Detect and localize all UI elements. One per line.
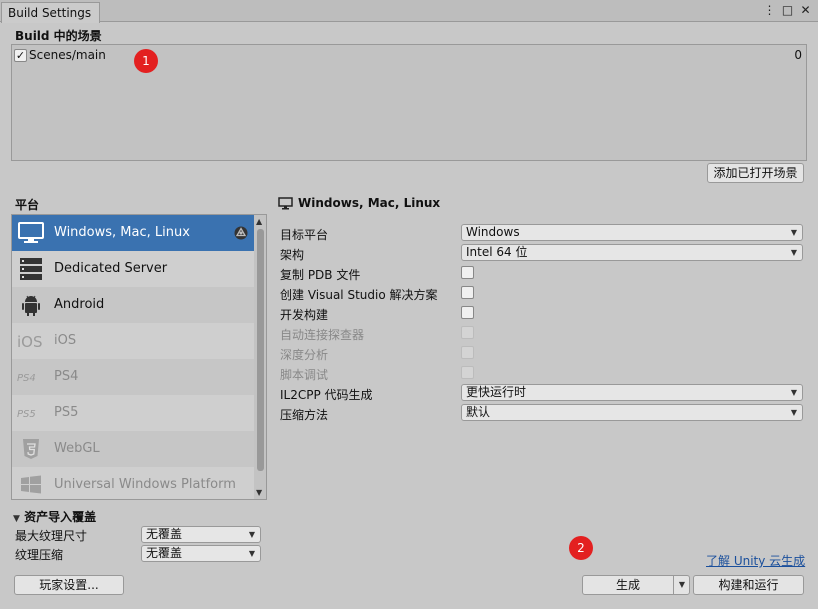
server-icon: [20, 258, 42, 280]
deep-profiling-checkbox: [461, 346, 474, 359]
platform-label: Windows, Mac, Linux: [54, 225, 190, 240]
texture-compression-value: 无覆盖: [146, 546, 183, 560]
window-tab-title: Build Settings: [8, 6, 92, 20]
ps5-icon-text: PS5: [17, 409, 36, 420]
platforms-title: 平台: [15, 198, 40, 212]
platform-settings-title: Windows, Mac, Linux: [298, 196, 441, 210]
platform-item-android[interactable]: Android: [12, 287, 254, 323]
add-open-scenes-button[interactable]: 添加已打开场景: [707, 163, 804, 183]
copy-pdb-label: 复制 PDB 文件: [280, 268, 361, 282]
scene-index: 0: [794, 48, 802, 62]
autoconnect-profiler-label: 自动连接探查器: [280, 328, 365, 342]
architecture-value: Intel 64 位: [466, 245, 528, 259]
build-button-group: 生成 ▼: [582, 575, 690, 595]
window-controls: ⋮ □ ✕: [763, 3, 812, 17]
platform-label: Android: [54, 297, 105, 312]
platform-item-webgl[interactable]: WebGL: [12, 431, 254, 467]
target-platform-value: Windows: [466, 225, 520, 239]
platform-item-dedicated-server[interactable]: Dedicated Server: [12, 251, 254, 287]
scenes-title: Build 中的场景: [15, 29, 102, 43]
ios-icon: iOS: [17, 333, 43, 351]
il2cpp-codegen-dropdown[interactable]: 更快运行时 ▼: [461, 384, 803, 401]
script-debugging-label: 脚本调试: [280, 368, 329, 382]
chevron-down-icon: ▼: [790, 228, 797, 237]
texture-compression-dropdown[interactable]: 无覆盖 ▼: [141, 545, 261, 562]
html5-icon: [23, 439, 39, 459]
platform-label: PS4: [54, 369, 79, 384]
build-options-dropdown[interactable]: ▼: [673, 576, 690, 594]
architecture-dropdown[interactable]: Intel 64 位 ▼: [461, 244, 803, 261]
player-settings-button[interactable]: 玩家设置...: [14, 575, 124, 595]
autoconnect-profiler-checkbox: [461, 326, 474, 339]
platform-item-ps4[interactable]: PS4 PS4: [12, 359, 254, 395]
ios-icon-text: iOS: [17, 333, 43, 351]
ps5-icon: PS5: [17, 409, 36, 420]
scroll-down-icon[interactable]: ▼: [256, 488, 262, 497]
build-and-run-button[interactable]: 构建和运行: [693, 575, 804, 595]
maximize-icon[interactable]: □: [781, 3, 794, 17]
platform-label: iOS: [54, 333, 77, 348]
il2cpp-codegen-label: IL2CPP 代码生成: [280, 388, 373, 402]
ps4-icon-text: PS4: [17, 373, 36, 384]
platform-label: Dedicated Server: [54, 261, 168, 276]
development-build-checkbox[interactable]: [461, 306, 474, 319]
platform-list-scrollbar[interactable]: ▲ ▼: [254, 215, 266, 499]
target-platform-label: 目标平台: [280, 228, 329, 242]
platform-item-windows-mac-linux[interactable]: Windows, Mac, Linux: [12, 215, 254, 251]
scenes-list[interactable]: ✓ Scenes/main 0: [11, 44, 807, 161]
window-tab[interactable]: Build Settings: [1, 2, 100, 23]
platform-label: WebGL: [54, 441, 100, 456]
unity-cloud-build-link[interactable]: 了解 Unity 云生成: [706, 552, 805, 569]
chevron-down-icon: ▼: [790, 388, 797, 397]
foldout-arrow-icon: ▼: [13, 514, 20, 524]
scroll-thumb[interactable]: [257, 229, 264, 471]
create-vs-solution-checkbox[interactable]: [461, 286, 474, 299]
scene-row[interactable]: ✓ Scenes/main 0: [14, 47, 804, 65]
annotation-badge-2: 2: [569, 536, 593, 560]
max-texture-size-dropdown[interactable]: 无覆盖 ▼: [141, 526, 261, 543]
max-texture-size-value: 无覆盖: [146, 527, 183, 541]
android-icon: [22, 295, 40, 316]
monitor-icon: [18, 222, 44, 243]
annotation-badge-1: 1: [134, 49, 158, 73]
build-button[interactable]: 生成: [583, 576, 673, 594]
chevron-down-icon: ▼: [790, 248, 797, 257]
asset-import-title: 资产导入覆盖: [24, 510, 97, 524]
texture-compression-label: 纹理压缩: [15, 548, 64, 562]
compression-dropdown[interactable]: 默认 ▼: [461, 404, 803, 421]
asset-import-foldout[interactable]: ▼ 资产导入覆盖: [13, 508, 96, 525]
chevron-down-icon: ▼: [248, 549, 255, 558]
monitor-icon: [278, 197, 293, 210]
deep-profiling-label: 深度分析: [280, 348, 329, 362]
scroll-up-icon[interactable]: ▲: [256, 217, 262, 226]
title-bar: Build Settings ⋮ □ ✕: [0, 0, 818, 23]
chevron-down-icon: ▼: [678, 580, 686, 589]
windows-logo-icon: [21, 475, 41, 494]
scene-name: Scenes/main: [29, 48, 106, 62]
compression-label: 压缩方法: [280, 408, 329, 422]
unity-logo-icon: [234, 226, 248, 240]
target-platform-dropdown[interactable]: Windows ▼: [461, 224, 803, 241]
architecture-label: 架构: [280, 248, 305, 262]
platform-label: Universal Windows Platform: [54, 477, 236, 492]
platform-label: PS5: [54, 405, 79, 420]
platform-item-ios[interactable]: iOS iOS: [12, 323, 254, 359]
close-icon[interactable]: ✕: [799, 3, 812, 17]
chevron-down-icon: ▼: [790, 408, 797, 417]
compression-value: 默认: [466, 405, 491, 419]
platform-item-uwp[interactable]: Universal Windows Platform: [12, 467, 254, 499]
chevron-down-icon: ▼: [248, 530, 255, 539]
ps4-icon: PS4: [17, 373, 36, 384]
copy-pdb-checkbox[interactable]: [461, 266, 474, 279]
script-debugging-checkbox: [461, 366, 474, 379]
platform-item-ps5[interactable]: PS5 PS5: [12, 395, 254, 431]
platform-list[interactable]: Windows, Mac, Linux Dedicated Server And…: [11, 214, 267, 500]
max-texture-size-label: 最大纹理尺寸: [15, 529, 88, 543]
create-vs-solution-label: 创建 Visual Studio 解决方案: [280, 288, 438, 302]
menu-icon[interactable]: ⋮: [763, 3, 776, 17]
il2cpp-codegen-value: 更快运行时: [466, 385, 527, 399]
scene-checkbox[interactable]: ✓: [14, 49, 27, 62]
development-build-label: 开发构建: [280, 308, 329, 322]
